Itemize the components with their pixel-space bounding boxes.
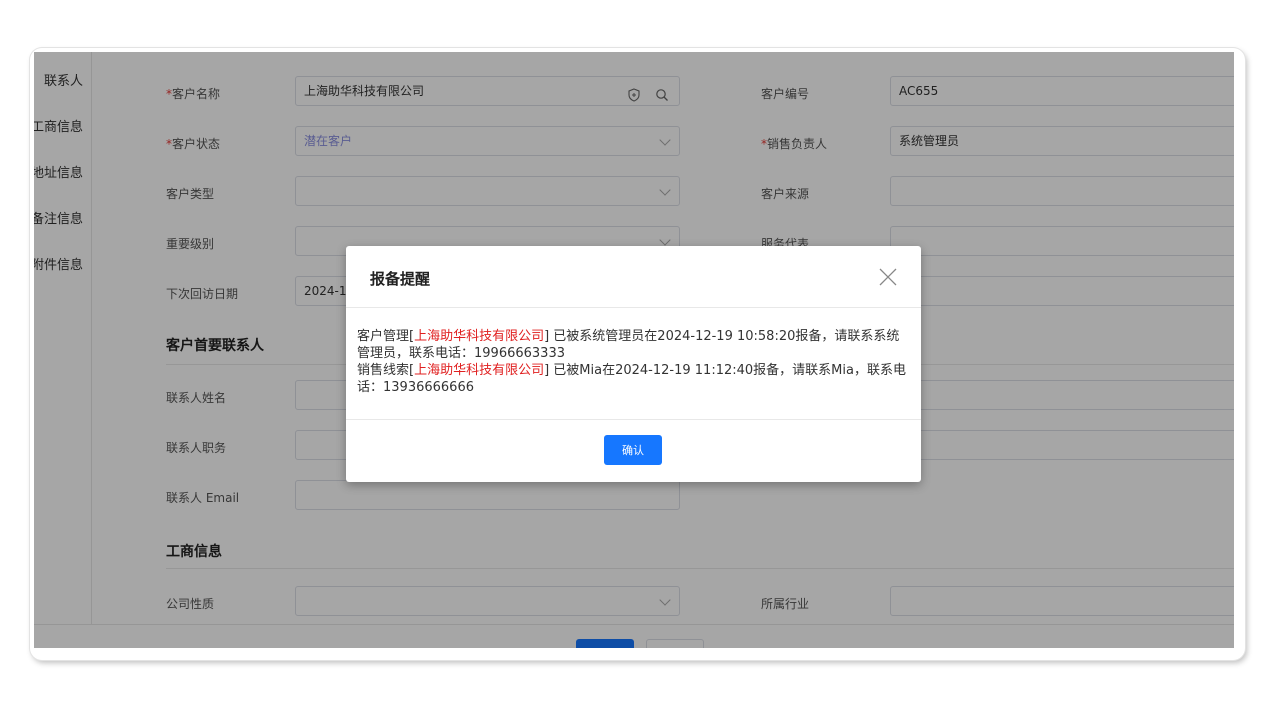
company-highlight: 上海助华科技有限公司 [414, 329, 545, 344]
message-line-lead: 销售线索[上海助华科技有限公司] 已被Mia在2024-12-19 11:12:… [357, 362, 909, 396]
message-text: 客户管理[ [357, 329, 415, 344]
dialog-message: 客户管理[上海助华科技有限公司] 已被系统管理员在2024-12-19 10:5… [357, 328, 909, 396]
close-icon[interactable] [877, 266, 899, 288]
message-line-customer: 客户管理[上海助华科技有限公司] 已被系统管理员在2024-12-19 10:5… [357, 328, 909, 362]
confirm-button[interactable]: 确认 [604, 435, 662, 465]
report-reminder-dialog: 报备提醒 客户管理[上海助华科技有限公司] 已被系统管理员在2024-12-19… [346, 246, 921, 482]
dialog-title: 报备提醒 [370, 270, 431, 288]
message-text: 销售线索[ [357, 363, 415, 378]
dialog-footer-divider [346, 419, 921, 420]
dialog-header-divider [346, 307, 921, 308]
company-highlight: 上海助华科技有限公司 [414, 363, 545, 378]
